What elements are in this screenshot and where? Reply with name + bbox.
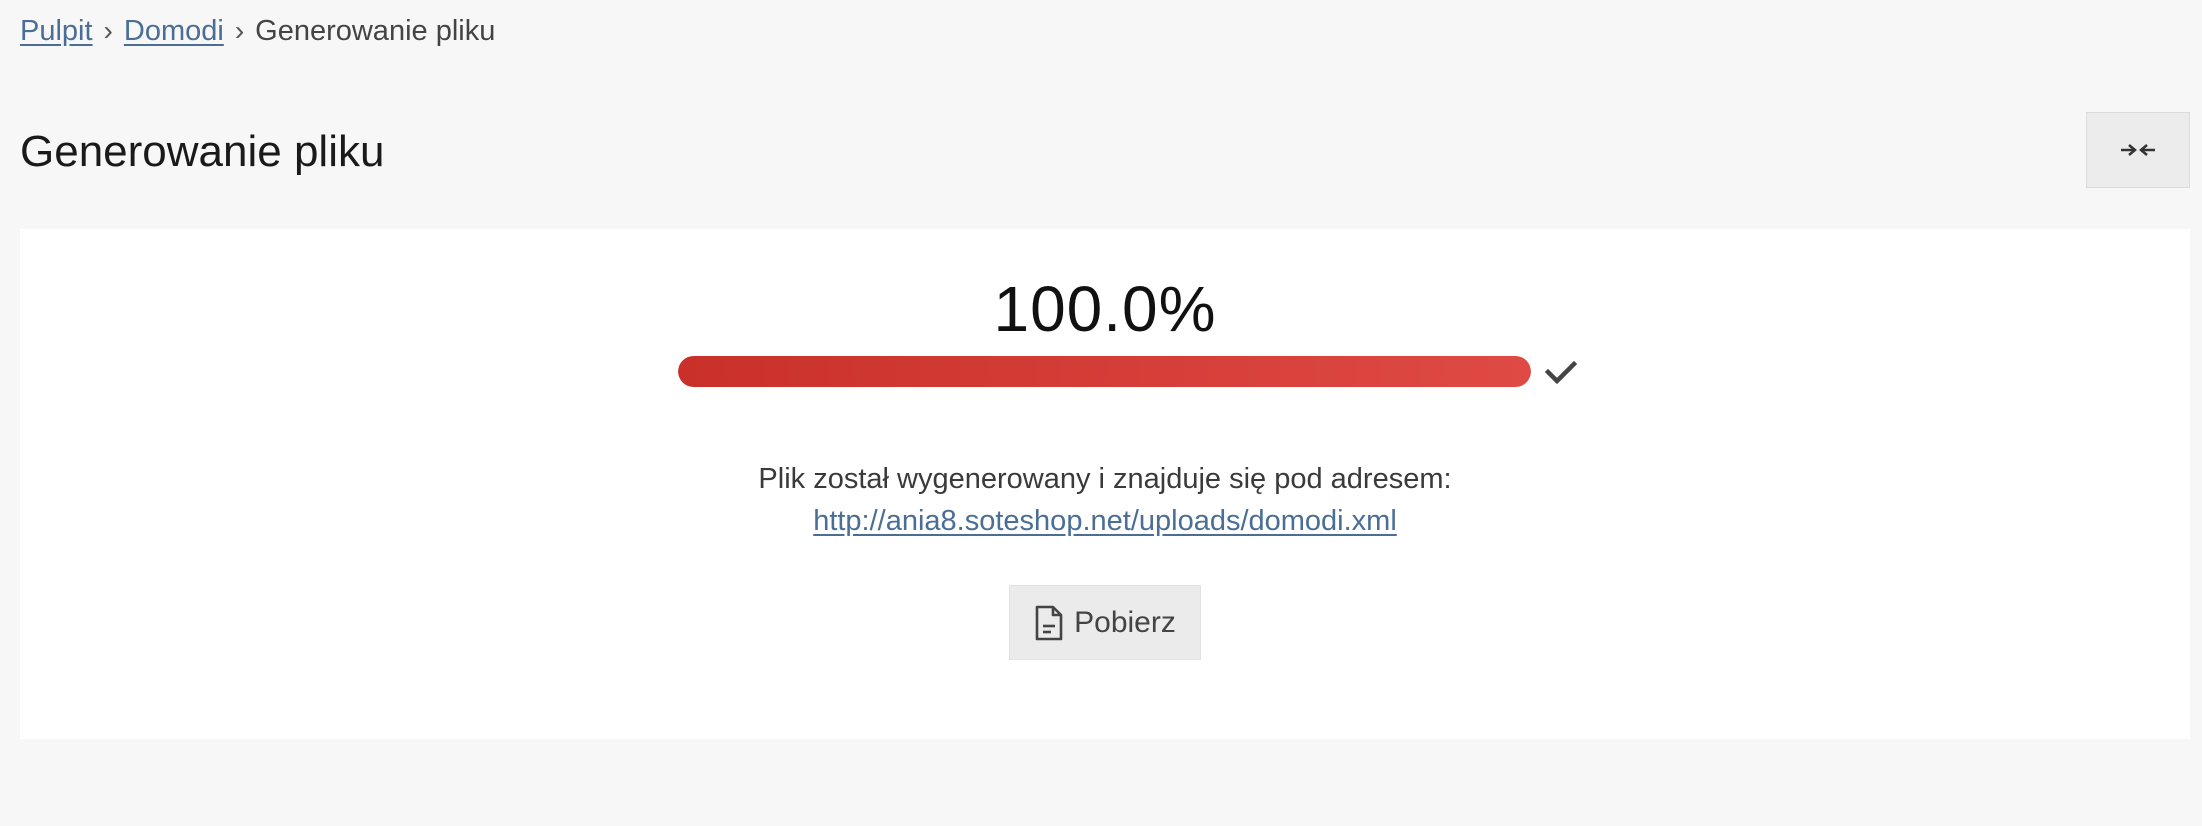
check-icon	[1544, 360, 1578, 385]
download-button-label: Pobierz	[1074, 605, 1176, 639]
breadcrumb: Pulpit › Domodi › Generowanie pliku	[20, 12, 495, 50]
download-button[interactable]: Pobierz	[1009, 585, 1201, 660]
collapse-button[interactable]	[2086, 112, 2190, 188]
file-link-wrapper: http://ania8.soteshop.net/uploads/domodi…	[20, 500, 2190, 542]
progress-bar	[678, 356, 1531, 387]
document-icon	[1035, 605, 1063, 640]
progress-percent: 100.0%	[993, 273, 1217, 345]
breadcrumb-link-pulpit[interactable]: Pulpit	[20, 12, 93, 50]
breadcrumb-link-domodi[interactable]: Domodi	[124, 12, 224, 50]
generated-file-link[interactable]: http://ania8.soteshop.net/uploads/domodi…	[813, 505, 1397, 537]
progress-bar-fill	[678, 356, 1531, 387]
breadcrumb-separator: ›	[234, 15, 245, 46]
generation-panel: 100.0% Plik został wygenerowany i znajdu…	[20, 229, 2190, 739]
arrows-collapse-icon	[2121, 144, 2155, 156]
breadcrumb-separator: ›	[103, 15, 113, 46]
breadcrumb-current: Generowanie pliku	[255, 15, 496, 47]
page-title: Generowanie pliku	[20, 127, 385, 176]
result-message: Plik został wygenerowany i znajduje się …	[758, 463, 1452, 495]
